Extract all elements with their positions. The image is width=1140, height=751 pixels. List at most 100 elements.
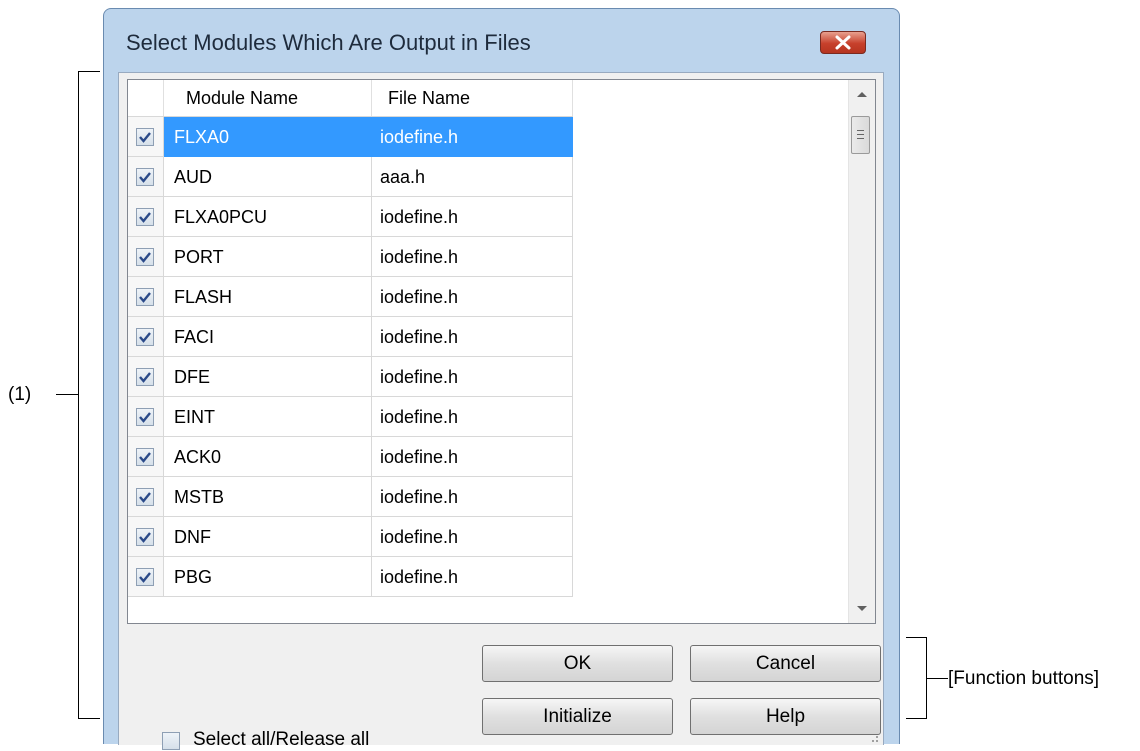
file-name-cell[interactable]: iodefine.h [372, 397, 573, 437]
module-grid[interactable]: Module Name File Name FLXA0 iodefine.h AUD… [127, 79, 876, 624]
module-name-cell[interactable]: ACK0 [164, 437, 372, 477]
annotation-leader-2 [926, 678, 948, 679]
annotation-bracket-1 [78, 71, 79, 719]
grid-header: Module Name File Name [128, 80, 573, 117]
annotation-bracket-1-bottom [78, 718, 100, 719]
checkmark-icon [139, 172, 151, 183]
file-name-cell[interactable]: iodefine.h [372, 357, 573, 397]
annotation-bracket-2-bottom [906, 718, 926, 719]
file-name-cell[interactable]: iodefine.h [372, 437, 573, 477]
annotation-label-function-buttons: [Function buttons] [948, 668, 1100, 689]
module-checkbox[interactable] [136, 408, 154, 426]
row-checkbox-cell [128, 317, 164, 357]
module-name-cell[interactable]: PBG [164, 557, 372, 597]
select-all-label: Select all/Release all [193, 729, 370, 750]
module-name-cell[interactable]: MSTB [164, 477, 372, 517]
module-checkbox[interactable] [136, 288, 154, 306]
file-name-cell[interactable]: iodefine.h [372, 477, 573, 517]
table-row[interactable]: AUD aaa.h [128, 157, 573, 197]
table-row[interactable]: FLXA0PCU iodefine.h [128, 197, 573, 237]
select-modules-dialog: Select Modules Which Are Output in Files… [103, 8, 900, 750]
module-checkbox[interactable] [136, 528, 154, 546]
annotation-bracket-2-top [906, 637, 926, 638]
module-name-cell[interactable]: FACI [164, 317, 372, 357]
module-name-cell[interactable]: EINT [164, 397, 372, 437]
module-checkbox[interactable] [136, 368, 154, 386]
module-name-cell[interactable]: FLASH [164, 277, 372, 317]
module-checkbox[interactable] [136, 448, 154, 466]
cancel-button[interactable]: Cancel [690, 645, 881, 682]
row-checkbox-cell [128, 397, 164, 437]
table-row[interactable]: PORT iodefine.h [128, 237, 573, 277]
row-checkbox-cell [128, 237, 164, 277]
module-checkbox[interactable] [136, 328, 154, 346]
row-checkbox-cell [128, 437, 164, 477]
initialize-button[interactable]: Initialize [482, 698, 673, 735]
module-name-cell[interactable]: PORT [164, 237, 372, 277]
row-checkbox-cell [128, 517, 164, 557]
checkmark-icon [139, 412, 151, 423]
file-name-cell[interactable]: iodefine.h [372, 197, 573, 237]
module-name-cell[interactable]: DNF [164, 517, 372, 557]
checkmark-icon [139, 532, 151, 543]
annotation-label-1: (1) [8, 384, 32, 405]
file-name-cell[interactable]: iodefine.h [372, 237, 573, 277]
checkmark-icon [139, 252, 151, 263]
resize-grip-icon[interactable] [867, 731, 879, 743]
checkmark-icon [139, 332, 151, 343]
module-checkbox[interactable] [136, 568, 154, 586]
annotation-leader-1 [56, 394, 78, 395]
module-name-cell[interactable]: DFE [164, 357, 372, 397]
module-name-cell[interactable]: AUD [164, 157, 372, 197]
table-row[interactable]: ACK0 iodefine.h [128, 437, 573, 477]
table-row[interactable]: FLXA0 iodefine.h [128, 117, 573, 157]
checkbox-icon[interactable] [162, 732, 180, 750]
dialog-client-area: Module Name File Name FLXA0 iodefine.h AUD… [118, 72, 884, 750]
scroll-down-icon[interactable] [857, 606, 867, 611]
module-checkbox[interactable] [136, 128, 154, 146]
header-file-name[interactable]: File Name [372, 80, 573, 116]
title-bar[interactable]: Select Modules Which Are Output in Files [104, 9, 899, 75]
module-checkbox[interactable] [136, 488, 154, 506]
module-checkbox[interactable] [136, 248, 154, 266]
file-name-cell[interactable]: iodefine.h [372, 557, 573, 597]
vertical-scrollbar[interactable] [848, 80, 875, 623]
table-row[interactable]: FACI iodefine.h [128, 317, 573, 357]
checkmark-icon [139, 572, 151, 583]
header-module-name[interactable]: Module Name [164, 80, 372, 116]
scroll-up-icon[interactable] [857, 92, 867, 97]
table-row[interactable]: PBG iodefine.h [128, 557, 573, 597]
row-checkbox-cell [128, 557, 164, 597]
table-row[interactable]: EINT iodefine.h [128, 397, 573, 437]
module-checkbox[interactable] [136, 168, 154, 186]
help-button[interactable]: Help [690, 698, 881, 735]
close-button[interactable] [820, 31, 866, 54]
file-name-cell[interactable]: iodefine.h [372, 117, 573, 157]
checkmark-icon [139, 292, 151, 303]
row-checkbox-cell [128, 277, 164, 317]
checkmark-icon [139, 212, 151, 223]
scroll-thumb[interactable] [851, 116, 870, 154]
row-checkbox-cell [128, 117, 164, 157]
checkmark-icon [139, 132, 151, 143]
file-name-cell[interactable]: aaa.h [372, 157, 573, 197]
annotation-bracket-1-top [78, 71, 100, 72]
file-name-cell[interactable]: iodefine.h [372, 517, 573, 557]
module-name-cell[interactable]: FLXA0 [164, 117, 372, 157]
checkmark-icon [139, 452, 151, 463]
table-row[interactable]: DFE iodefine.h [128, 357, 573, 397]
file-name-cell[interactable]: iodefine.h [372, 277, 573, 317]
row-checkbox-cell [128, 477, 164, 517]
row-checkbox-cell [128, 357, 164, 397]
module-checkbox[interactable] [136, 208, 154, 226]
module-name-cell[interactable]: FLXA0PCU [164, 197, 372, 237]
table-row[interactable]: MSTB iodefine.h [128, 477, 573, 517]
ok-button[interactable]: OK [482, 645, 673, 682]
table-row[interactable]: FLASH iodefine.h [128, 277, 573, 317]
row-checkbox-cell [128, 197, 164, 237]
dialog-title: Select Modules Which Are Output in Files [126, 30, 531, 55]
table-row[interactable]: DNF iodefine.h [128, 517, 573, 557]
file-name-cell[interactable]: iodefine.h [372, 317, 573, 357]
row-checkbox-cell [128, 157, 164, 197]
checkmark-icon [139, 372, 151, 383]
